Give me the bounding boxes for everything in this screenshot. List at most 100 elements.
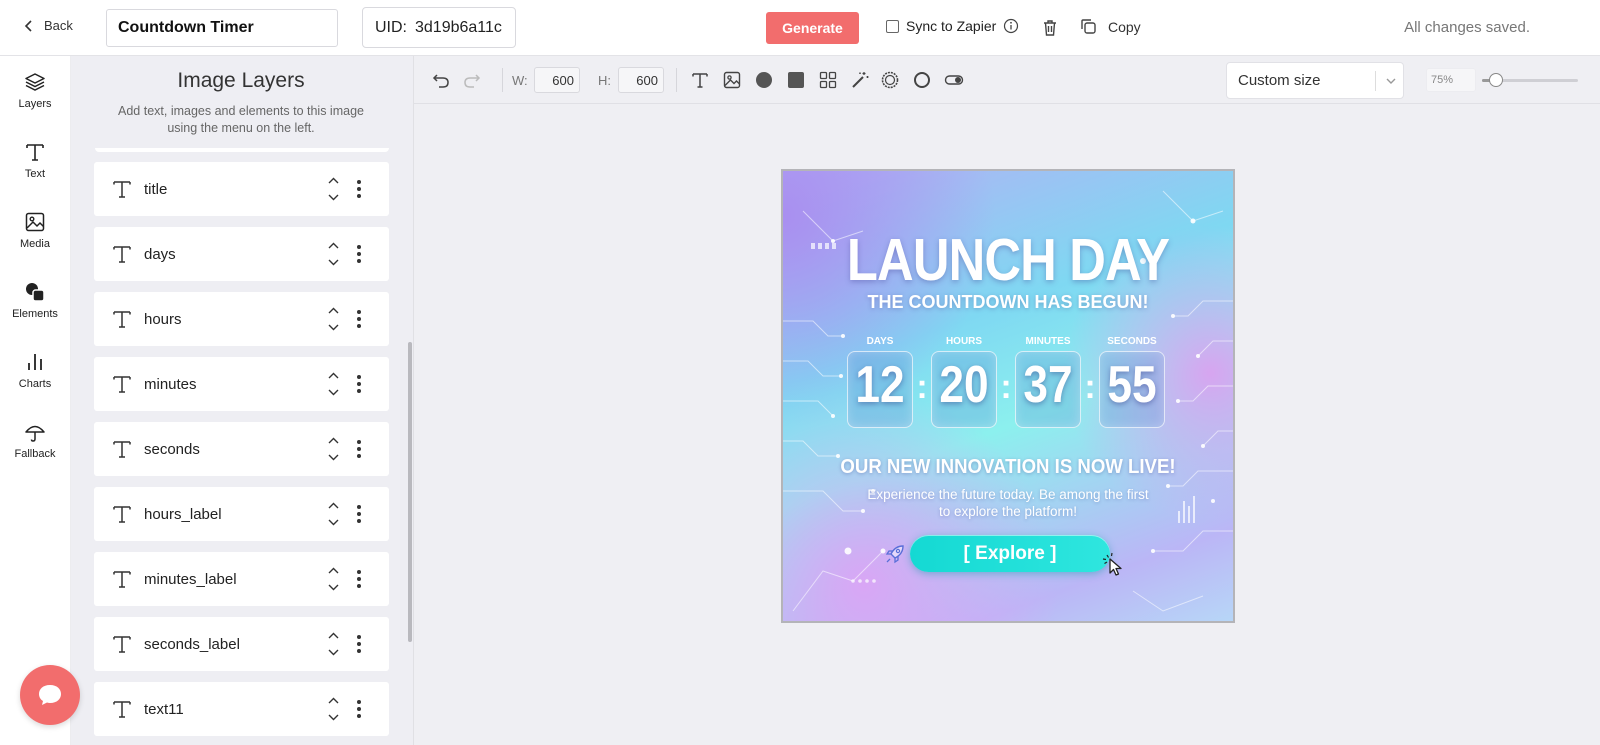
seconds-label[interactable]: SECONDS: [1097, 336, 1167, 347]
text-layer-icon: [113, 571, 131, 588]
layer-name: days: [144, 246, 176, 263]
sync-to-zapier[interactable]: Sync to Zapier: [886, 18, 1019, 34]
layer-row[interactable]: hours: [94, 292, 389, 346]
panel-scrollbar[interactable]: [408, 342, 412, 642]
more-options-icon[interactable]: [357, 374, 361, 394]
layer-row[interactable]: text11: [94, 682, 389, 736]
template-name-input[interactable]: [106, 9, 338, 47]
reorder-arrows-icon[interactable]: [327, 305, 340, 333]
back-button[interactable]: Back: [22, 18, 73, 33]
reorder-arrows-icon[interactable]: [327, 240, 340, 268]
design-headline[interactable]: OUR NEW INNOVATION IS NOW LIVE!: [799, 456, 1218, 479]
minutes-value[interactable]: 37: [1020, 355, 1076, 415]
design-body-text[interactable]: Experience the future today. Be among th…: [863, 486, 1153, 520]
chat-button[interactable]: [20, 665, 80, 725]
badge-icon[interactable]: [880, 70, 900, 90]
more-options-icon[interactable]: [357, 699, 361, 719]
width-input[interactable]: [534, 67, 580, 93]
layer-name: title: [144, 181, 168, 198]
magic-wand-icon[interactable]: [850, 70, 870, 90]
days-value[interactable]: 12: [852, 355, 908, 415]
zoom-slider[interactable]: [1482, 73, 1592, 87]
uid-value: 3d19b6a11c: [415, 18, 502, 36]
info-icon[interactable]: [1003, 18, 1019, 34]
explore-button[interactable]: [ Explore ]: [910, 535, 1110, 572]
rail-item-media[interactable]: Media: [0, 196, 70, 264]
layer-name: hours: [144, 311, 182, 328]
rail-label: Text: [24, 167, 46, 180]
toolbar-divider: [676, 68, 677, 92]
shapes-icon: [26, 282, 45, 302]
image-icon: [25, 212, 45, 231]
sync-checkbox[interactable]: [886, 19, 899, 33]
colon-separator: :: [1084, 368, 1096, 406]
generate-button[interactable]: Generate: [766, 12, 859, 44]
rail-item-fallback[interactable]: Fallback: [0, 406, 70, 474]
rocket-icon: [885, 545, 904, 564]
save-status: All changes saved.: [1404, 19, 1530, 36]
reorder-arrows-icon[interactable]: [327, 695, 340, 723]
rail-item-layers[interactable]: Layers: [0, 56, 70, 124]
reorder-arrows-icon[interactable]: [327, 175, 340, 203]
copy-button[interactable]: Copy: [1079, 17, 1141, 36]
more-options-icon[interactable]: [357, 179, 361, 199]
more-options-icon[interactable]: [357, 504, 361, 524]
layer-row[interactable]: minutes_label: [94, 552, 389, 606]
copy-label: Copy: [1108, 18, 1141, 35]
design-title[interactable]: LAUNCH DAY: [815, 226, 1202, 294]
layer-row[interactable]: days: [94, 227, 389, 281]
add-image-icon[interactable]: [722, 70, 742, 90]
add-circle-icon[interactable]: [754, 70, 774, 90]
text-layer-icon: [113, 246, 131, 263]
undo-icon[interactable]: [431, 70, 451, 90]
layers-icon: [25, 72, 45, 91]
zoom-input[interactable]: [1426, 68, 1476, 92]
hours-value[interactable]: 20: [936, 355, 992, 415]
rail-item-text[interactable]: Text: [0, 126, 70, 194]
seconds-value[interactable]: 55: [1104, 355, 1160, 415]
rail-label: Charts: [18, 377, 52, 390]
more-options-icon[interactable]: [357, 439, 361, 459]
layer-row[interactable]: hours_label: [94, 487, 389, 541]
redo-icon[interactable]: [462, 70, 482, 90]
toggle-icon[interactable]: [944, 70, 964, 90]
hours-label[interactable]: HOURS: [929, 336, 999, 347]
rail-item-charts[interactable]: Charts: [0, 336, 70, 404]
layer-row[interactable]: minutes: [94, 357, 389, 411]
ring-icon[interactable]: [912, 70, 932, 90]
trash-icon[interactable]: [1040, 18, 1060, 38]
panel-divider: [95, 148, 389, 152]
reorder-arrows-icon[interactable]: [327, 630, 340, 658]
height-input[interactable]: [618, 67, 664, 93]
chevron-down-icon: [1386, 78, 1396, 84]
uid-box[interactable]: UID: 3d19b6a11c: [362, 7, 516, 48]
reorder-arrows-icon[interactable]: [327, 435, 340, 463]
more-options-icon[interactable]: [357, 569, 361, 589]
minutes-label[interactable]: MINUTES: [1013, 336, 1083, 347]
text-layer-icon: [113, 376, 131, 393]
layer-row[interactable]: title: [94, 162, 389, 216]
reorder-arrows-icon[interactable]: [327, 370, 340, 398]
reorder-arrows-icon[interactable]: [327, 500, 340, 528]
rail-item-elements[interactable]: Elements: [0, 266, 70, 334]
layer-name: hours_label: [144, 506, 222, 523]
layer-name: seconds: [144, 441, 200, 458]
grid-icon[interactable]: [818, 70, 838, 90]
more-options-icon[interactable]: [357, 634, 361, 654]
chevron-left-icon: [24, 19, 32, 32]
zoom-slider-knob[interactable]: [1489, 73, 1504, 87]
layer-row[interactable]: seconds: [94, 422, 389, 476]
bar-chart-icon: [28, 353, 42, 370]
add-text-icon[interactable]: [690, 70, 710, 90]
design-canvas[interactable]: LAUNCH DAY THE COUNTDOWN HAS BEGUN! DAYS…: [781, 169, 1235, 623]
add-rectangle-icon[interactable]: [786, 70, 806, 90]
design-subtitle[interactable]: THE COUNTDOWN HAS BEGUN!: [783, 292, 1233, 313]
reorder-arrows-icon[interactable]: [327, 565, 340, 593]
layer-name: minutes_label: [144, 571, 237, 588]
more-options-icon[interactable]: [357, 244, 361, 264]
days-label[interactable]: DAYS: [845, 336, 915, 347]
size-preset-select[interactable]: Custom size: [1226, 62, 1404, 99]
more-options-icon[interactable]: [357, 309, 361, 329]
layer-row[interactable]: seconds_label: [94, 617, 389, 671]
pointer-cursor-icon: [1102, 552, 1122, 576]
